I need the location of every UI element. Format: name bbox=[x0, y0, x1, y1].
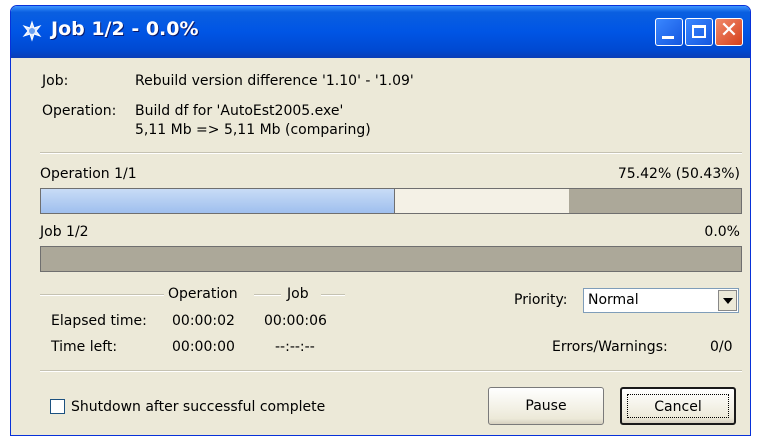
priority-selected-value: Normal bbox=[588, 292, 639, 308]
timing-col-operation: Operation bbox=[168, 286, 238, 302]
pause-button-label: Pause bbox=[525, 398, 567, 414]
job-progress-percent: 0.0% bbox=[704, 224, 740, 240]
cancel-button[interactable]: Cancel bbox=[620, 387, 736, 425]
timing-separator-right bbox=[321, 294, 345, 296]
time-left-job: --:--:-- bbox=[275, 339, 315, 355]
operation-label: Operation: bbox=[42, 103, 117, 119]
priority-dropdown-button[interactable] bbox=[718, 290, 737, 311]
timing-col-job: Job bbox=[287, 286, 309, 302]
cancel-button-label: Cancel bbox=[654, 399, 702, 415]
timing-separator-left bbox=[40, 294, 164, 296]
timing-separator-mid bbox=[254, 294, 281, 296]
separator-top bbox=[40, 152, 742, 154]
job-progress-bar bbox=[40, 246, 742, 272]
time-left-operation: 00:00:00 bbox=[172, 339, 235, 355]
errors-warnings-value: 0/0 bbox=[710, 339, 733, 355]
job-progress-window: Job 1/2 - 0.0% ✕ Job: Rebuild version di… bbox=[10, 5, 751, 436]
maximize-icon bbox=[692, 25, 706, 38]
operation-progress-percent: 75.42% (50.43%) bbox=[617, 166, 740, 182]
chevron-down-icon bbox=[723, 298, 733, 304]
elapsed-time-operation: 00:00:02 bbox=[172, 313, 235, 329]
app-icon bbox=[22, 20, 42, 42]
job-value: Rebuild version difference '1.10' - '1.0… bbox=[135, 73, 414, 89]
minimize-button[interactable] bbox=[655, 18, 683, 46]
operation-detail: 5,11 Mb => 5,11 Mb (comparing) bbox=[135, 122, 371, 138]
separator-bottom bbox=[40, 370, 742, 372]
operation-progress-fill bbox=[41, 189, 395, 213]
job-label: Job: bbox=[42, 73, 69, 89]
maximize-button[interactable] bbox=[685, 18, 713, 46]
errors-warnings-label: Errors/Warnings: bbox=[552, 339, 668, 355]
close-icon: ✕ bbox=[719, 18, 739, 43]
minimize-icon bbox=[662, 36, 674, 39]
job-progress-label: Job 1/2 bbox=[40, 224, 89, 240]
shutdown-checkbox-label[interactable]: Shutdown after successful complete bbox=[71, 399, 325, 415]
operation-progress-bar bbox=[40, 188, 742, 214]
window-title: Job 1/2 - 0.0% bbox=[51, 18, 199, 40]
elapsed-time-job: 00:00:06 bbox=[264, 313, 327, 329]
operation-value: Build df for 'AutoEst2005.exe' bbox=[135, 103, 344, 119]
priority-select[interactable]: Normal bbox=[583, 288, 739, 313]
pause-button[interactable]: Pause bbox=[488, 387, 604, 425]
time-left-label: Time left: bbox=[51, 339, 118, 355]
operation-progress-label: Operation 1/1 bbox=[40, 166, 137, 182]
shutdown-checkbox[interactable] bbox=[50, 399, 65, 414]
elapsed-time-label: Elapsed time: bbox=[51, 313, 147, 329]
close-button[interactable]: ✕ bbox=[715, 18, 743, 46]
priority-label: Priority: bbox=[514, 292, 568, 308]
title-bar[interactable]: Job 1/2 - 0.0% ✕ bbox=[11, 6, 750, 58]
